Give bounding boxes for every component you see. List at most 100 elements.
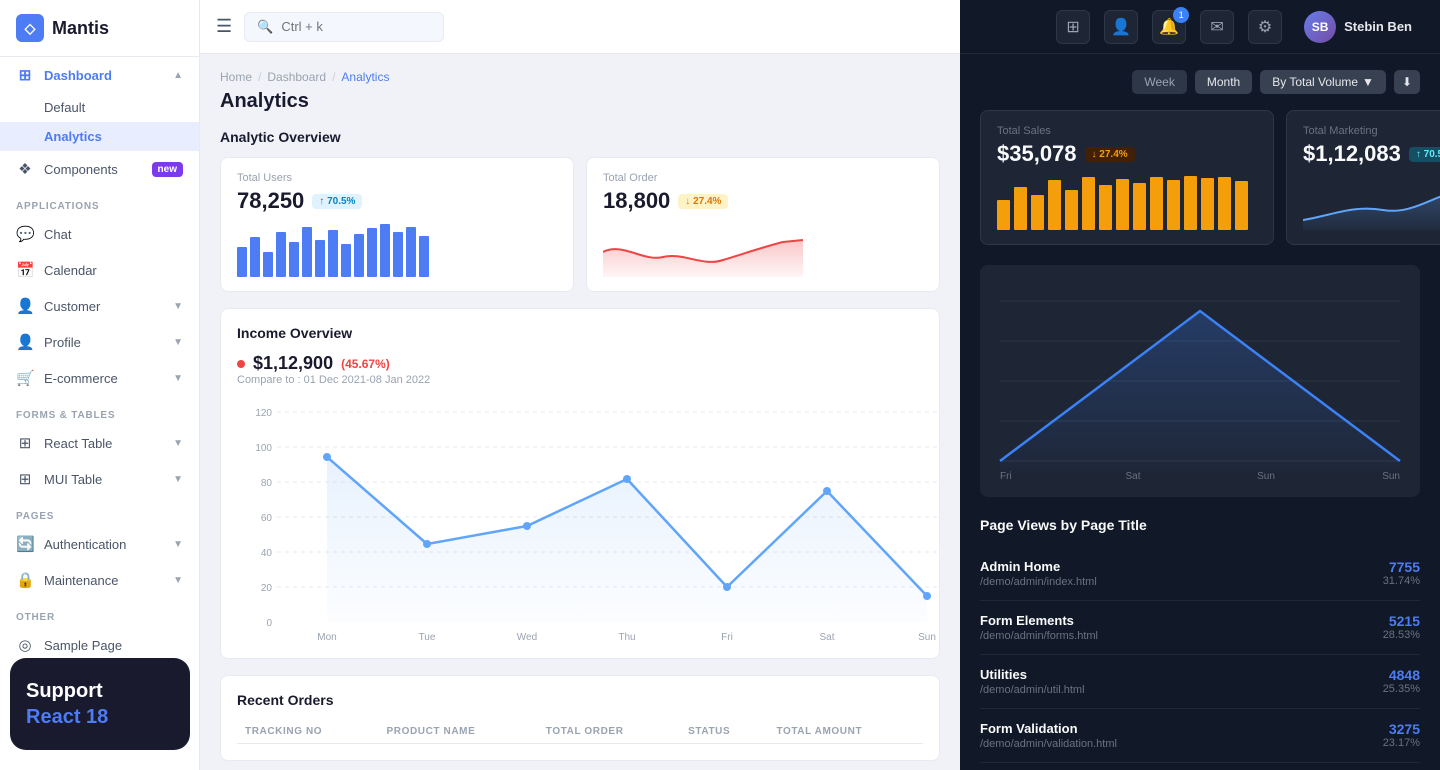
sidebar-item-react-table[interactable]: ⊞ React Table ▼ (0, 425, 199, 461)
sidebar-item-components[interactable]: ❖ Components new (0, 151, 199, 187)
pv-title-3: Utilities (980, 667, 1085, 682)
react-table-chevron: ▼ (173, 438, 183, 449)
svg-text:Tue: Tue (419, 632, 436, 642)
calendar-label: Calendar (44, 263, 183, 278)
breadcrumb-home[interactable]: Home (220, 70, 252, 84)
grid-icon[interactable]: ⊞ (1056, 10, 1090, 44)
maintenance-chevron: ▼ (173, 575, 183, 586)
sidebar-item-maintenance[interactable]: 🔒 Maintenance ▼ (0, 562, 199, 598)
top-bar: ☰ 🔍 ⊞ 👤 🔔 1 ✉ ⚙ SB Stebin Ben (200, 0, 1440, 54)
sidebar-analytics-label: Analytics (44, 129, 102, 144)
pv-pct-1: 31.74% (1383, 575, 1420, 587)
svg-text:Fri: Fri (721, 632, 733, 642)
income-overview-card: Income Overview $1,12,900 (45.67%) Compa… (220, 308, 940, 659)
month-button[interactable]: Month (1195, 70, 1252, 94)
stat-card-sales-dark: Total Sales $35,078 ↓ 27.4% (980, 110, 1274, 245)
volume-button[interactable]: By Total Volume ▼ (1260, 70, 1386, 94)
orders-area-chart (603, 222, 923, 277)
sample-label: Sample Page (44, 638, 183, 653)
sidebar-item-authentication[interactable]: 🔄 Authentication ▼ (0, 526, 199, 562)
svg-text:Sun: Sun (1382, 471, 1400, 481)
svg-text:Sun: Sun (918, 632, 936, 642)
components-icon: ❖ (16, 160, 34, 178)
sidebar-item-mui-table[interactable]: ⊞ MUI Table ▼ (0, 461, 199, 497)
col-total-amount: TOTAL AMOUNT (768, 720, 923, 744)
income-percent: (45.67%) (341, 357, 390, 371)
marketing-area-chart (1303, 175, 1440, 230)
sidebar-item-chat[interactable]: 💬 Chat (0, 216, 199, 252)
topbar-light: ☰ 🔍 (200, 0, 960, 54)
sidebar-sub-default[interactable]: Default (0, 93, 199, 122)
pv-title-4: Form Validation (980, 721, 1117, 736)
customer-chevron: ▼ (173, 301, 183, 312)
recent-orders-card: Recent Orders TRACKING NO PRODUCT NAME T… (220, 675, 940, 761)
auth-icon: 🔄 (16, 535, 34, 553)
svg-text:Thu: Thu (618, 632, 635, 642)
pv-url-1: /demo/admin/index.html (980, 576, 1097, 588)
sidebar-item-profile[interactable]: 👤 Profile ▼ (0, 324, 199, 360)
sidebar-item-ecommerce[interactable]: 🛒 E-commerce ▼ (0, 360, 199, 396)
income-section-title: Income Overview (237, 325, 923, 341)
sidebar-item-calendar[interactable]: 📅 Calendar (0, 252, 199, 288)
notification-icon[interactable]: 🔔 1 (1152, 10, 1186, 44)
hamburger-icon[interactable]: ☰ (216, 16, 232, 37)
svg-text:Sat: Sat (819, 632, 834, 642)
auth-chevron: ▼ (173, 539, 183, 550)
avatar-circle: SB (1304, 11, 1336, 43)
support-card[interactable]: Support React 18 (10, 658, 190, 750)
stat-badge-marketing: ↑ 70.5% (1409, 147, 1440, 162)
user-name: Stebin Ben (1344, 19, 1412, 34)
stat-label-marketing: Total Marketing (1303, 125, 1440, 137)
ecommerce-label: E-commerce (44, 371, 163, 386)
chat-label: Chat (44, 227, 183, 242)
ecommerce-icon: 🛒 (16, 369, 34, 387)
sidebar-logo[interactable]: ◇ Mantis (0, 0, 199, 57)
sample-icon: ◎ (16, 636, 34, 654)
svg-text:Wed: Wed (517, 632, 537, 642)
main-area: ☰ 🔍 ⊞ 👤 🔔 1 ✉ ⚙ SB Stebin Ben (200, 0, 1440, 770)
mui-table-icon: ⊞ (16, 470, 34, 488)
col-tracking: TRACKING NO (237, 720, 379, 744)
page-view-utilities: Utilities /demo/admin/util.html 4848 25.… (980, 655, 1420, 709)
svg-text:20: 20 (261, 583, 273, 594)
page-views-title: Page Views by Page Title (980, 517, 1420, 533)
mail-icon[interactable]: ✉ (1200, 10, 1234, 44)
search-box[interactable]: 🔍 (244, 12, 444, 42)
download-button[interactable]: ⬇ (1394, 70, 1420, 94)
profile-icon-btn[interactable]: 👤 (1104, 10, 1138, 44)
pv-pct-4: 23.17% (1383, 737, 1420, 749)
sidebar-sub-analytics[interactable]: Analytics (0, 122, 199, 151)
app-name: Mantis (52, 18, 109, 39)
sales-bar-chart-dark (997, 175, 1257, 230)
pv-url-2: /demo/admin/forms.html (980, 630, 1098, 642)
users-bar-chart (237, 222, 557, 277)
week-button[interactable]: Week (1132, 70, 1186, 94)
customer-label: Customer (44, 299, 163, 314)
sidebar-item-customer[interactable]: 👤 Customer ▼ (0, 288, 199, 324)
support-title: Support (26, 678, 174, 704)
sidebar-item-dashboard[interactable]: ⊞ Dashboard ▲ (0, 57, 199, 93)
stat-value-orders: 18,800 (603, 188, 670, 214)
orders-table: TRACKING NO PRODUCT NAME TOTAL ORDER STA… (237, 720, 923, 744)
page-view-form-elements: Form Elements /demo/admin/forms.html 521… (980, 601, 1420, 655)
stat-badge-orders: ↓ 27.4% (678, 194, 728, 209)
svg-text:Sat: Sat (1125, 471, 1140, 481)
dashboard-chevron: ▲ (173, 70, 183, 81)
stat-cards: Total Users 78,250 ↑ 70.5% (220, 157, 940, 292)
pv-title-1: Admin Home (980, 559, 1097, 574)
stat-badge-users: ↑ 70.5% (312, 194, 362, 209)
customer-icon: 👤 (16, 297, 34, 315)
income-amount: $1,12,900 (253, 353, 333, 374)
breadcrumb-dashboard[interactable]: Dashboard (267, 70, 326, 84)
search-input[interactable] (281, 19, 431, 34)
breadcrumb-current: Analytics (341, 70, 389, 84)
settings-icon[interactable]: ⚙ (1248, 10, 1282, 44)
svg-text:Fri: Fri (1000, 471, 1012, 481)
income-line-chart: 120 100 80 60 40 20 0 (237, 402, 923, 642)
col-status: STATUS (680, 720, 768, 744)
profile-chevron: ▼ (173, 337, 183, 348)
mui-table-label: MUI Table (44, 472, 163, 487)
section-applications: Applications (0, 187, 199, 216)
pv-title-2: Form Elements (980, 613, 1098, 628)
user-avatar[interactable]: SB Stebin Ben (1296, 7, 1420, 47)
